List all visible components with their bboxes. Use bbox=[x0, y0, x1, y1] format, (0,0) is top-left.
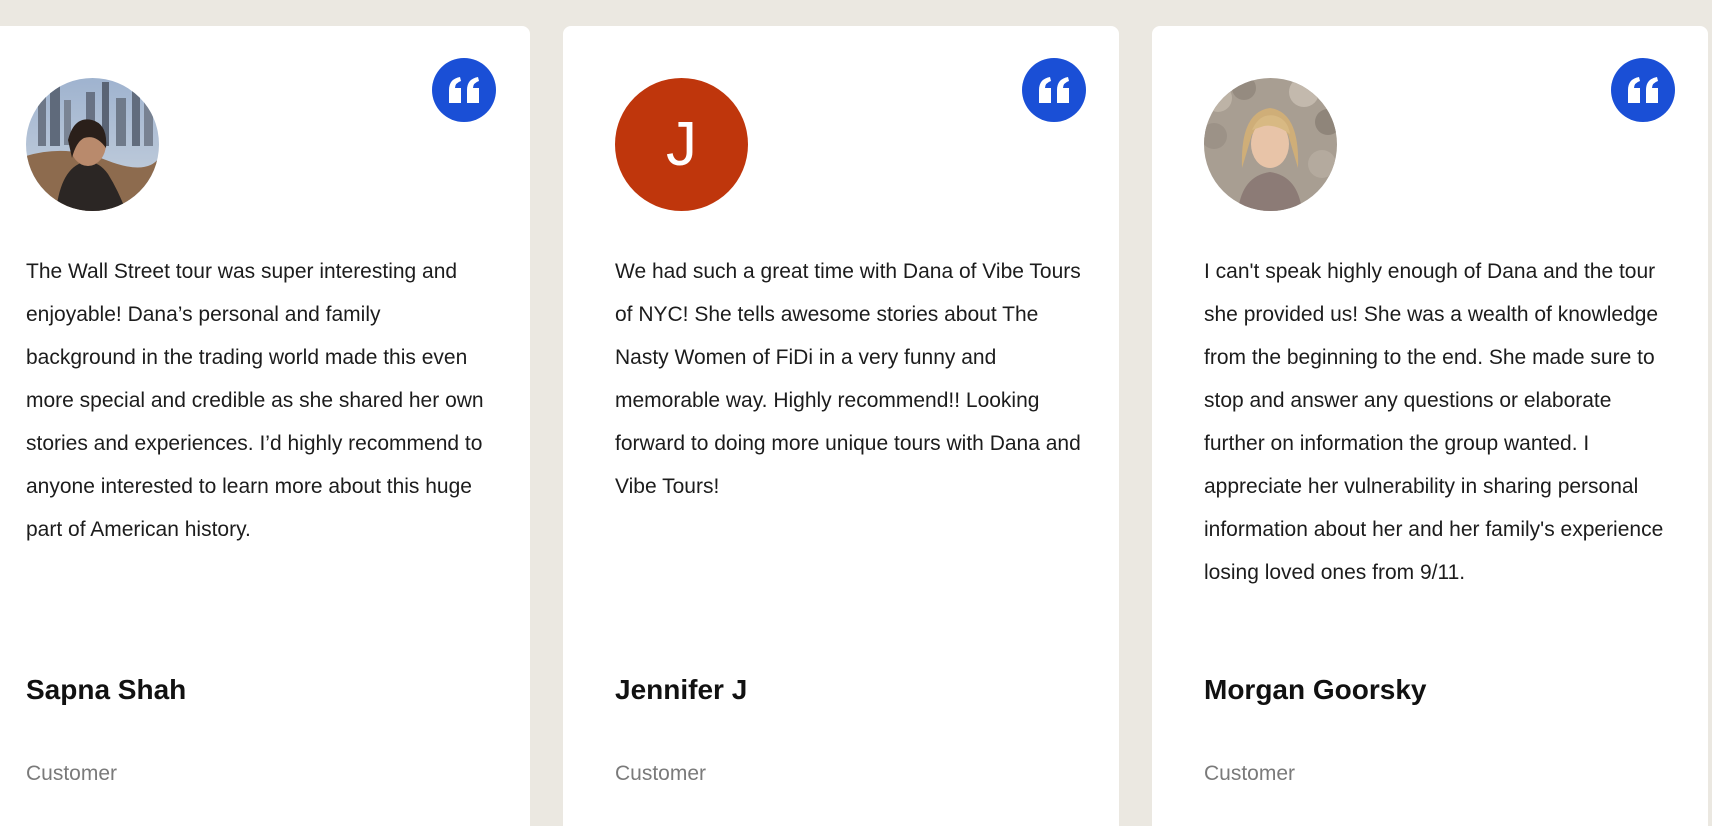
quote-badge bbox=[1022, 58, 1086, 122]
quote-badge bbox=[432, 58, 496, 122]
quote-icon bbox=[449, 77, 479, 103]
avatar-photo bbox=[26, 78, 159, 211]
reviewer-name: Morgan Goorsky bbox=[1204, 674, 1427, 705]
quote-icon bbox=[1628, 77, 1658, 103]
reviewer-role: Customer bbox=[26, 762, 118, 785]
avatar-photo bbox=[1204, 78, 1337, 211]
testimonial-card: J We had such a great time with Dana of … bbox=[563, 26, 1119, 826]
avatar: J bbox=[615, 78, 748, 211]
reviewer-name: Sapna Shah bbox=[26, 674, 187, 705]
review-text: I can't speak highly enough of Dana and … bbox=[1204, 260, 1664, 584]
avatar bbox=[26, 78, 159, 211]
testimonials-section: The Wall Street tour was super interesti… bbox=[0, 0, 1712, 826]
testimonial-card: I can't speak highly enough of Dana and … bbox=[1152, 26, 1708, 826]
reviewer-role: Customer bbox=[1204, 762, 1296, 785]
reviewer-name: Jennifer J bbox=[615, 674, 748, 705]
avatar bbox=[1204, 78, 1337, 211]
quote-icon bbox=[1039, 77, 1069, 103]
testimonial-card: The Wall Street tour was super interesti… bbox=[0, 26, 530, 826]
reviewer-role: Customer bbox=[615, 762, 707, 785]
review-text: We had such a great time with Dana of Vi… bbox=[615, 260, 1081, 498]
quote-badge bbox=[1611, 58, 1675, 122]
avatar-letter: J bbox=[666, 109, 697, 179]
review-text: The Wall Street tour was super interesti… bbox=[26, 260, 484, 541]
